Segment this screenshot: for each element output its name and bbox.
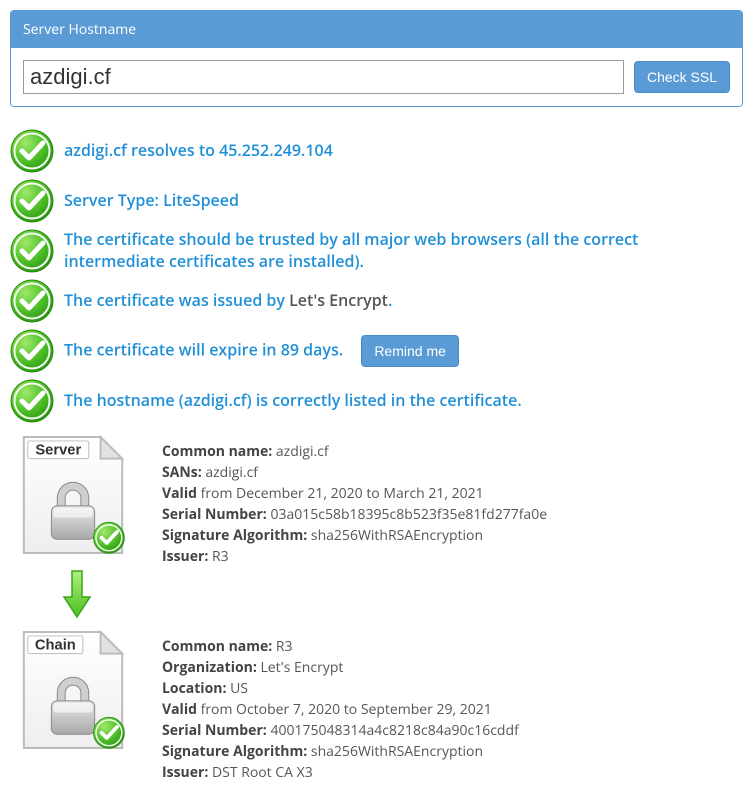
- issued-by: Let's Encrypt: [289, 289, 388, 311]
- valid-value: from October 7, 2020 to September 29, 20…: [201, 700, 492, 719]
- server-cert-details: Common name: azdigi.cf SANs: azdigi.cf V…: [162, 431, 547, 567]
- hostname-panel: Server Hostname Check SSL: [10, 10, 743, 107]
- check-text: azdigi.cf resolves to 45.252.249.104: [64, 140, 333, 162]
- sig-value: sha256WithRSAEncryption: [311, 526, 483, 545]
- check-text: Server Type: LiteSpeed: [64, 190, 239, 212]
- check-ssl-button[interactable]: Check SSL: [634, 61, 730, 93]
- panel-title: Server Hostname: [11, 11, 742, 48]
- chain-arrow-icon: [10, 569, 743, 624]
- cn-value: R3: [276, 637, 293, 656]
- hostname-input[interactable]: [23, 60, 624, 94]
- org-value: Let's Encrypt: [260, 658, 343, 677]
- check-text: The certificate should be trusted by all…: [64, 229, 743, 272]
- cn-label: Common name:: [162, 637, 272, 656]
- org-label: Organization:: [162, 658, 257, 677]
- check-icon: [10, 279, 54, 323]
- check-server-type: Server Type: LiteSpeed: [10, 179, 743, 223]
- remind-me-button[interactable]: Remind me: [361, 335, 459, 367]
- check-icon: [10, 329, 54, 373]
- loc-value: US: [230, 679, 248, 698]
- loc-label: Location:: [162, 679, 226, 698]
- valid-label: Valid: [162, 700, 197, 719]
- check-text: The certificate was issued by Let's Encr…: [64, 290, 392, 312]
- sig-value: sha256WithRSAEncryption: [311, 742, 483, 761]
- sans-value: azdigi.cf: [205, 463, 258, 482]
- valid-value: from December 21, 2020 to March 21, 2021: [201, 484, 484, 503]
- checks-list: azdigi.cf resolves to 45.252.249.104 Ser…: [10, 129, 743, 423]
- issuer-value: R3: [212, 547, 229, 566]
- sig-label: Signature Algorithm:: [162, 742, 307, 761]
- serial-label: Serial Number:: [162, 505, 267, 524]
- serial-label: Serial Number:: [162, 721, 267, 740]
- server-badge-text: Server: [35, 443, 81, 459]
- chain-cert-details: Common name: R3 Organization: Let's Encr…: [162, 626, 519, 783]
- issuer-label: Issuer:: [162, 547, 208, 566]
- chain-cert-icon: Chain: [16, 626, 136, 761]
- check-icon: [10, 379, 54, 423]
- issuer-value: DST Root CA X3: [212, 763, 313, 782]
- panel-body: Check SSL: [11, 48, 742, 106]
- check-icon: [10, 179, 54, 223]
- expire-text: The certificate will expire in 89 days.: [64, 338, 343, 360]
- check-icon: [10, 129, 54, 173]
- serial-value: 03a015c58b18395c8b523f35e81fd277fa0e: [270, 505, 547, 524]
- server-cert-row: Server Common name: azdigi.cf SANs: azdi…: [10, 431, 743, 567]
- check-hostname-listed: The hostname (azdigi.cf) is correctly li…: [10, 379, 743, 423]
- certificate-chain: Server Common name: azdigi.cf SANs: azdi…: [10, 431, 743, 783]
- issuer-label: Issuer:: [162, 763, 208, 782]
- server-cert-icon: Server: [16, 431, 136, 566]
- sig-label: Signature Algorithm:: [162, 526, 307, 545]
- check-icon: [10, 229, 54, 273]
- sans-label: SANs:: [162, 463, 202, 482]
- issued-suffix: .: [388, 289, 392, 311]
- check-trusted: The certificate should be trusted by all…: [10, 229, 743, 273]
- valid-label: Valid: [162, 484, 197, 503]
- serial-value: 400175048314a4c8218c84a90c16cddf: [270, 721, 518, 740]
- chain-cert-row: Chain Common name: R3 Organization: Let'…: [10, 626, 743, 783]
- cn-value: azdigi.cf: [276, 442, 329, 461]
- chain-badge-text: Chain: [35, 638, 76, 654]
- check-issued-by: The certificate was issued by Let's Encr…: [10, 279, 743, 323]
- issued-prefix: The certificate was issued by: [64, 289, 289, 311]
- check-expire: The certificate will expire in 89 days. …: [10, 329, 743, 373]
- check-text: The hostname (azdigi.cf) is correctly li…: [64, 390, 522, 412]
- check-resolves: azdigi.cf resolves to 45.252.249.104: [10, 129, 743, 173]
- check-text: The certificate will expire in 89 days. …: [64, 335, 459, 367]
- cn-label: Common name:: [162, 442, 272, 461]
